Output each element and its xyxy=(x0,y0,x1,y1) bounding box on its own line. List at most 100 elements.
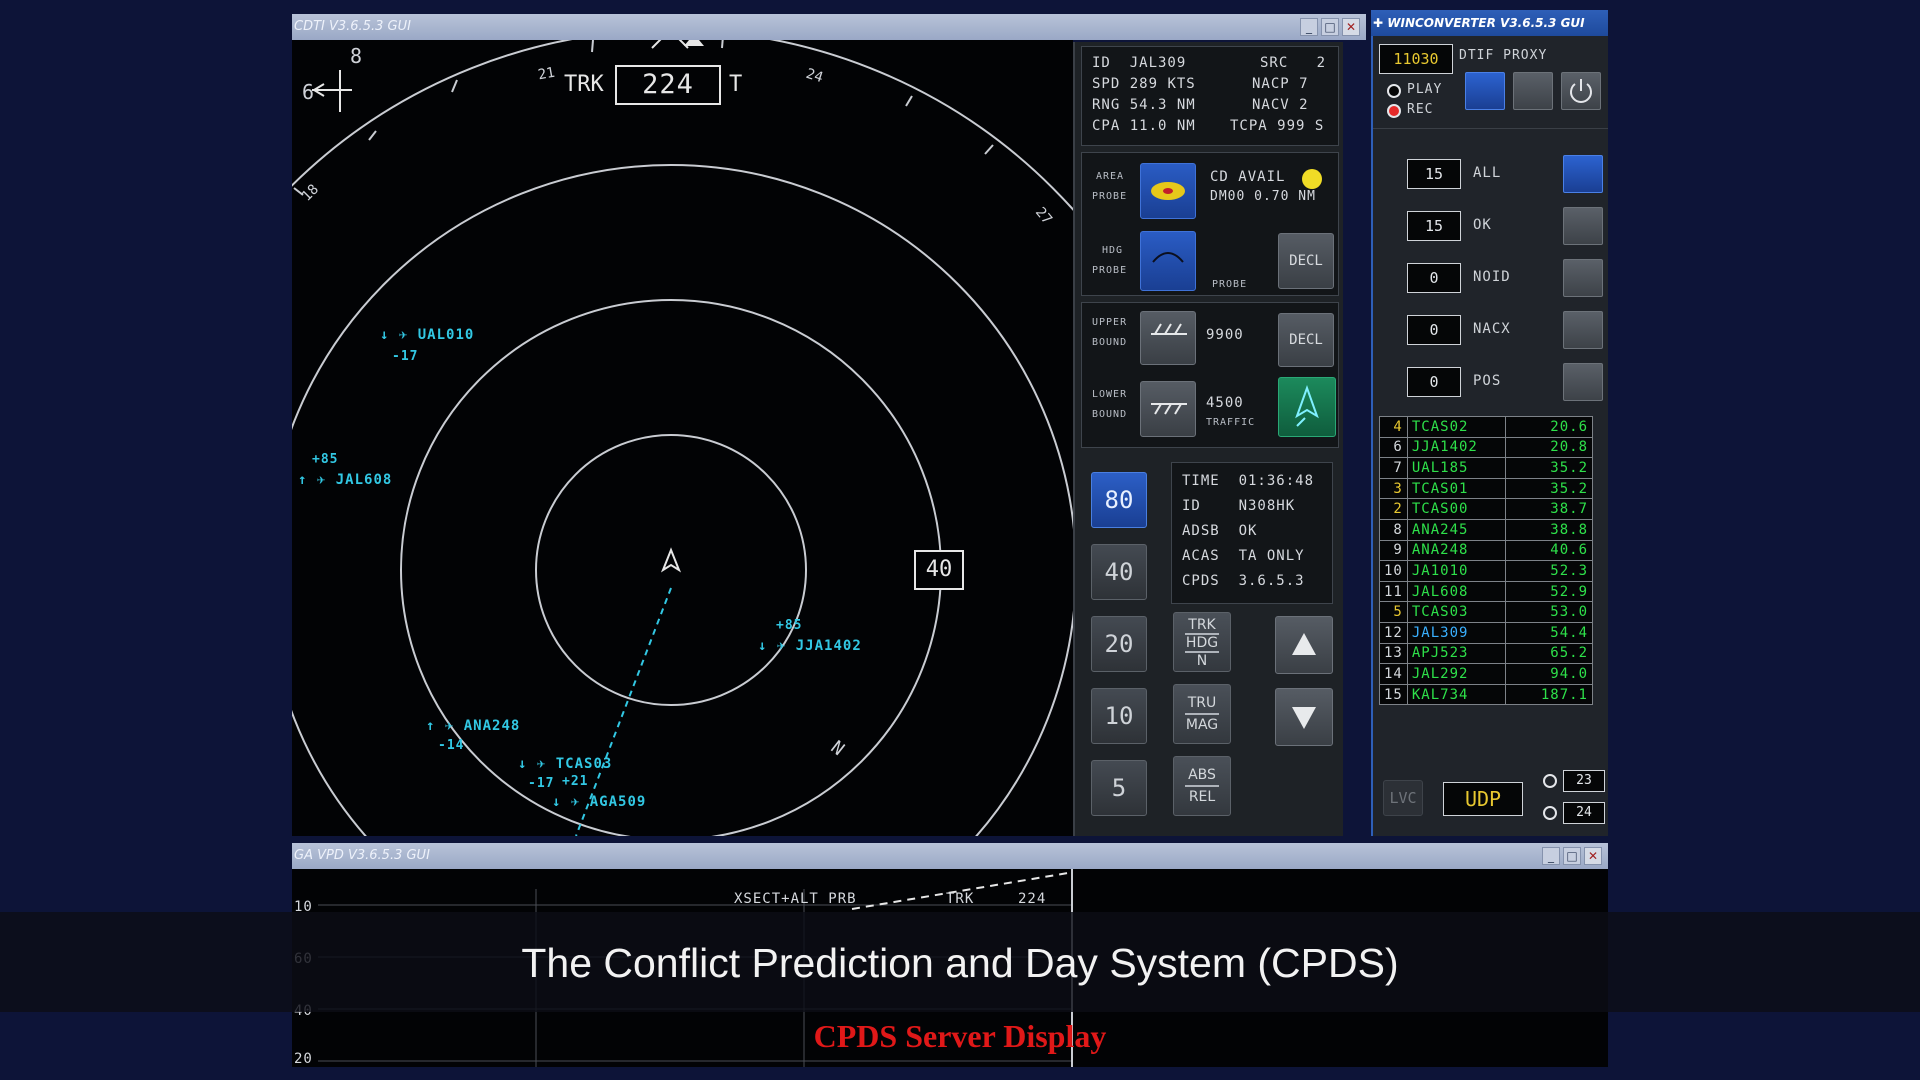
row-range: 65.2 xyxy=(1504,642,1594,665)
target-altitude: +85 xyxy=(312,452,339,467)
play-radio[interactable] xyxy=(1387,84,1401,98)
vpd-close-button[interactable]: ✕ xyxy=(1584,847,1602,865)
row-range: 54.4 xyxy=(1504,621,1594,644)
range-button-80[interactable]: 80 xyxy=(1091,472,1147,528)
radar-display[interactable]: TRK 224 T 21 24 18 27 N 8 6 40 ↓ ✈ UAL01… xyxy=(292,40,1073,836)
play-button[interactable] xyxy=(1465,72,1505,110)
upper-bound-value: 9900 xyxy=(1206,327,1244,343)
table-row[interactable]: 2 TCAS00 38.7 xyxy=(1379,498,1594,520)
table-row[interactable]: 14 JAL292 94.0 xyxy=(1379,663,1594,685)
range-button-5[interactable]: 5 xyxy=(1091,760,1147,816)
table-row[interactable]: 4 TCAS02 20.6 xyxy=(1379,416,1594,438)
corner-label-b: 8 xyxy=(350,44,363,68)
table-row[interactable]: 8 ANA245 38.8 xyxy=(1379,518,1594,541)
aircraft-icon: ✈ xyxy=(536,756,547,772)
toggle-rel: REL xyxy=(1188,789,1216,805)
stop-button[interactable] xyxy=(1513,72,1553,110)
radio-23[interactable] xyxy=(1543,774,1557,788)
control-panel: ID JAL309 SRC 2 SPD 289 KTS NACP 7 RNG 5… xyxy=(1073,42,1343,836)
vpd-minimize-button[interactable]: _ xyxy=(1542,847,1560,865)
row-callsign: ANA248 xyxy=(1406,539,1506,562)
table-row[interactable]: 10 JA1010 52.3 xyxy=(1379,560,1594,582)
hdg-decl-button[interactable]: DECL xyxy=(1278,233,1334,289)
table-row[interactable]: 6 JJA1402 20.8 xyxy=(1379,436,1594,459)
target-ual010[interactable]: ↓ ✈ UAL010 -17 xyxy=(380,327,475,364)
aircraft-icon: ✈ xyxy=(776,638,787,654)
row-range: 52.3 xyxy=(1504,560,1594,582)
target-jal608[interactable]: +85 ↑ ✈ JAL608 xyxy=(298,452,392,488)
close-button[interactable]: ✕ xyxy=(1342,18,1360,36)
abs-rel-toggle[interactable]: ABS REL xyxy=(1173,756,1231,816)
row-index: 5 xyxy=(1379,601,1408,623)
scroll-down-button[interactable] xyxy=(1275,688,1333,746)
vpd-trk-value: 224 xyxy=(1018,891,1047,907)
vpd-titlebar[interactable]: GA VPD V3.6.5.3 GUI _ □ ✕ xyxy=(292,843,1608,869)
conv-titlebar[interactable]: ✚ WINCONVERTER V3.6.5.3 GUI xyxy=(1371,10,1608,36)
info-src-label: SRC xyxy=(1260,55,1289,71)
target-callsign: UAL010 xyxy=(417,327,475,343)
minimize-button[interactable]: _ xyxy=(1300,18,1318,36)
table-row[interactable]: 11 JAL608 52.9 xyxy=(1379,580,1594,603)
range-button-20[interactable]: 20 xyxy=(1091,616,1147,672)
row-callsign: TCAS01 xyxy=(1406,477,1506,500)
upper-bound-button[interactable] xyxy=(1140,311,1196,365)
row-index: 15 xyxy=(1379,683,1408,706)
track-label: TRK xyxy=(564,72,604,97)
range-button-10[interactable]: 10 xyxy=(1091,688,1147,744)
counter-pos-button[interactable] xyxy=(1563,363,1603,401)
row-callsign: ANA245 xyxy=(1406,518,1506,541)
area-probe-button[interactable] xyxy=(1140,163,1196,219)
upper-decl-button[interactable]: DECL xyxy=(1278,313,1334,367)
status-acas-value: TA ONLY xyxy=(1238,548,1305,564)
aircraft-icon: ✈ xyxy=(316,472,327,488)
table-row[interactable]: 15 KAL734 187.1 xyxy=(1379,683,1594,706)
counter-all-button[interactable] xyxy=(1563,155,1603,193)
info-tcpa-value: 999 S xyxy=(1277,118,1325,134)
table-row[interactable]: 7 UAL185 35.2 xyxy=(1379,457,1594,479)
range-button-40[interactable]: 40 xyxy=(1091,544,1147,600)
target-aga509[interactable]: +21 ↓ ✈ AGA509 xyxy=(552,774,646,810)
counter-ok-button[interactable] xyxy=(1563,207,1603,245)
info-spd-value: 289 KTS xyxy=(1129,76,1196,92)
cdti-titlebar[interactable]: CDTI V3.6.5.3 GUI _ □ ✕ xyxy=(292,14,1366,40)
table-row[interactable]: 13 APJ523 65.2 xyxy=(1379,642,1594,665)
power-button[interactable] xyxy=(1561,72,1601,110)
vpd-header: XSECT+ALT PRB xyxy=(734,891,857,907)
traffic-button[interactable] xyxy=(1278,377,1336,437)
vpd-maximize-button[interactable]: □ xyxy=(1563,847,1581,865)
play-label: PLAY xyxy=(1407,82,1443,97)
power-icon xyxy=(1570,79,1592,103)
target-arrow: ↓ xyxy=(518,756,528,772)
area-probe-label2: PROBE xyxy=(1092,191,1128,202)
lvc-button[interactable]: LVC xyxy=(1383,780,1423,816)
tru-mag-toggle[interactable]: TRU MAG xyxy=(1173,684,1231,744)
row-index: 13 xyxy=(1379,642,1408,665)
counter-nacx-button[interactable] xyxy=(1563,311,1603,349)
info-nacv-value: 2 xyxy=(1299,97,1309,113)
scroll-up-button[interactable] xyxy=(1275,616,1333,674)
radio-24-label: 24 xyxy=(1563,802,1605,824)
port-field[interactable]: 11030 xyxy=(1379,44,1453,74)
row-callsign: KAL734 xyxy=(1406,683,1506,706)
radio-24[interactable] xyxy=(1543,806,1557,820)
maximize-button[interactable]: □ xyxy=(1321,18,1339,36)
table-row[interactable]: 5 TCAS03 53.0 xyxy=(1379,601,1594,623)
target-tcas03[interactable]: ↓ ✈ TCAS03 -17 xyxy=(518,756,612,791)
target-altitude: -17 xyxy=(392,349,419,364)
lower-bound-button[interactable] xyxy=(1140,381,1196,437)
hdg-probe-button[interactable] xyxy=(1140,231,1196,291)
target-callsign: ANA248 xyxy=(463,718,521,734)
counter-noid-button[interactable] xyxy=(1563,259,1603,297)
table-row[interactable]: 3 TCAS01 35.2 xyxy=(1379,477,1594,500)
table-row[interactable]: 9 ANA248 40.6 xyxy=(1379,539,1594,562)
trk-hdg-toggle[interactable]: TRK HDG N xyxy=(1173,612,1231,672)
target-ana248[interactable]: ↑ ✈ ANA248 -14 xyxy=(426,718,521,753)
table-row[interactable]: 12 JAL309 54.4 xyxy=(1379,621,1594,644)
info-rng-label: RNG xyxy=(1092,97,1121,113)
rec-radio[interactable] xyxy=(1387,104,1401,118)
row-index: 4 xyxy=(1379,416,1408,438)
conv-title: WINCONVERTER V3.6.5.3 GUI xyxy=(1387,16,1585,30)
target-jja1402[interactable]: +85 ↓ ✈ JJA1402 xyxy=(758,618,862,654)
cross-icon: ✚ xyxy=(1373,16,1384,30)
track-true-label: T xyxy=(729,72,743,97)
